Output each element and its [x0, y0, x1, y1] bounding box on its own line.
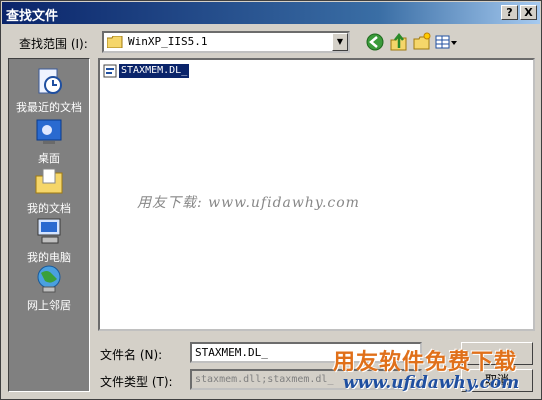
my-documents-icon — [35, 168, 63, 194]
close-button[interactable]: X — [520, 5, 537, 20]
look-in-label: 查找范围 (I): — [19, 37, 88, 51]
place-recent-documents[interactable]: 我最近的文档 — [9, 65, 89, 115]
look-in-combo[interactable]: WinXP_IIS5.1 ▼ — [102, 31, 350, 53]
up-folder-icon[interactable] — [389, 32, 409, 52]
file-icon — [103, 64, 117, 78]
title-bar[interactable]: 查找文件 ? X — [2, 2, 540, 24]
place-network-places[interactable]: 网上邻居 — [9, 263, 89, 313]
place-label: 我的文档 — [27, 202, 71, 215]
dialog-title: 查找文件 — [6, 9, 59, 24]
my-computer-icon — [37, 218, 61, 244]
desktop-icon — [36, 119, 62, 144]
recent-documents-icon — [38, 68, 62, 94]
view-menu-icon[interactable] — [434, 32, 458, 52]
place-label: 网上邻居 — [27, 299, 71, 312]
find-file-dialog: 查找文件 ? X 查找范围 (I): WinXP_IIS5.1 ▼ 我最近的文档… — [0, 0, 542, 400]
watermark-url: www.ufidawhy.com — [343, 373, 520, 393]
places-bar: 我最近的文档 桌面 我的文档 我的电脑 网上邻居 — [8, 58, 90, 392]
chevron-down-icon[interactable]: ▼ — [332, 33, 348, 51]
new-folder-icon[interactable] — [412, 32, 432, 52]
watermark-brand: 用友软件免费下载 — [333, 350, 518, 375]
place-my-computer[interactable]: 我的电脑 — [9, 215, 89, 265]
place-label: 我最近的文档 — [16, 101, 82, 114]
folder-icon — [107, 36, 123, 48]
place-my-documents[interactable]: 我的文档 — [9, 166, 89, 216]
filename-label: 文件名 (N): — [100, 348, 163, 362]
back-icon[interactable] — [365, 32, 385, 52]
help-button[interactable]: ? — [501, 5, 518, 20]
file-list[interactable]: STAXMEM.DL_ 用友下载: www.ufidawhy.com — [98, 58, 535, 331]
file-name: STAXMEM.DL_ — [119, 64, 190, 78]
filetype-label: 文件类型 (T): — [100, 375, 173, 389]
watermark-center: 用友下载: www.ufidawhy.com — [137, 195, 360, 211]
network-places-icon — [37, 265, 61, 293]
look-in-value: WinXP_IIS5.1 — [128, 35, 208, 48]
place-desktop[interactable]: 桌面 — [9, 116, 89, 166]
place-label: 桌面 — [38, 152, 60, 165]
